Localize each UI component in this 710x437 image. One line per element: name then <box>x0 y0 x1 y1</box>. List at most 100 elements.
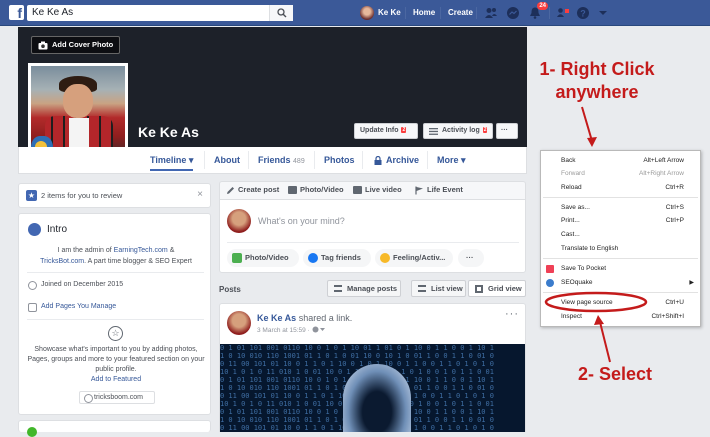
nav-divider <box>549 7 550 19</box>
nav-home-link[interactable]: Home <box>413 5 435 21</box>
tab-friends[interactable]: Friends 489 <box>258 147 305 173</box>
photo-video-button[interactable]: Photo/Video <box>227 249 299 267</box>
nav-divider <box>440 7 441 19</box>
post-avatar[interactable] <box>227 311 251 335</box>
smiley-icon <box>380 253 390 263</box>
bio-link-tricksbot[interactable]: TricksBot.com <box>40 258 84 265</box>
timeline-post: Ke Ke As shared a link. 3 March at 15:59… <box>219 303 526 432</box>
menu-item-print[interactable]: Print... Ctrl+P <box>541 215 700 227</box>
grid-view-button[interactable]: Grid view <box>468 280 526 297</box>
menu-item-reload[interactable]: Reload Ctrl+R <box>541 182 700 194</box>
profile-name[interactable]: Ke Ke As <box>138 124 199 140</box>
tab-about[interactable]: About <box>214 147 240 173</box>
tab-photos[interactable]: Photos <box>324 147 355 173</box>
tab-archive-label: Archive <box>386 155 420 165</box>
notifications-icon[interactable]: 24 <box>528 2 548 20</box>
live-video-tab[interactable]: Live video <box>353 185 402 194</box>
composer-tabs: Create post Photo/Video Live video Life … <box>219 181 526 199</box>
annotation-step-1-line1: 1- Right Click <box>539 59 655 79</box>
add-cover-photo-button[interactable]: Add Cover Photo <box>31 36 120 54</box>
tag-friends-label: Tag friends <box>321 253 361 262</box>
submenu-arrow-icon: ▶ <box>689 280 694 286</box>
featured-prompt: Showcase what's important to you by addi… <box>27 345 205 385</box>
menu-item-save-to-pocket[interactable]: Save To Pocket <box>541 263 700 275</box>
arrow-step-2 <box>599 321 611 363</box>
create-post-tab[interactable]: Create post <box>226 185 279 194</box>
menu-item-label: View page source <box>561 299 613 306</box>
tab-divider <box>248 151 249 169</box>
quick-help-icon[interactable] <box>556 6 570 20</box>
tag-friends-icon <box>308 253 318 263</box>
photo-video-tab-label: Photo/Video <box>300 185 344 194</box>
post-link-image[interactable]: 0 1 01 101 001 0110 10 0 1 0 1 10 01 1 0… <box>220 344 525 432</box>
tab-archive[interactable]: Archive <box>373 147 419 173</box>
tab-more[interactable]: More ▾ <box>437 147 466 173</box>
arrow-head-step-1 <box>587 137 597 147</box>
activity-log-button[interactable]: Activity log 2 <box>423 123 493 139</box>
menu-item-forward[interactable]: Forward Alt+Right Arrow <box>541 168 700 180</box>
life-event-label: Life Event <box>427 185 463 194</box>
menu-item-view-page-source[interactable]: View page source Ctrl+U <box>541 297 700 309</box>
create-post-label: Create post <box>238 185 280 194</box>
composer-more-button[interactable]: ··· <box>458 249 484 267</box>
friend-requests-icon[interactable] <box>484 6 498 20</box>
nav-divider <box>476 7 477 19</box>
cover-more-button[interactable]: ··· <box>496 123 518 139</box>
menu-item-back[interactable]: Back Alt+Left Arrow <box>541 155 700 167</box>
photo-video-tab[interactable]: Photo/Video <box>288 185 344 194</box>
post-timestamp[interactable]: 3 March at 15:59 · <box>257 326 326 334</box>
post-action-text: shared a link. <box>296 313 353 323</box>
photos-icon <box>27 427 37 437</box>
tab-divider <box>314 151 315 169</box>
tag-friends-button[interactable]: Tag friends <box>303 249 371 267</box>
nav-profile-link[interactable]: Ke Ke <box>360 5 401 21</box>
menu-item-inspect[interactable]: Inspect Ctrl+Shift+I <box>541 311 700 323</box>
search-button[interactable] <box>269 5 293 21</box>
pocket-icon <box>546 265 554 273</box>
composer-input[interactable]: What's on your mind? <box>258 216 345 226</box>
bio-link-earningtech[interactable]: EarningTech.com <box>114 247 168 254</box>
activity-log-label: Activity log <box>442 127 480 134</box>
list-view-button[interactable]: List view <box>411 280 466 297</box>
menu-item-seoquake[interactable]: SEOquake ▶ <box>541 277 700 289</box>
update-info-button[interactable]: Update Info 2 <box>354 123 418 139</box>
feeling-activity-button[interactable]: Feeling/Activ... <box>375 249 453 267</box>
menu-item-label: Forward <box>561 170 585 177</box>
add-pages-link[interactable]: Add Pages You Manage <box>41 303 116 310</box>
life-event-tab[interactable]: Life Event <box>415 185 463 195</box>
list-icon <box>429 128 438 135</box>
manage-posts-button[interactable]: Manage posts <box>327 280 401 297</box>
menu-item-translate[interactable]: Translate to English <box>541 243 700 255</box>
facebook-logo[interactable]: f <box>9 5 24 20</box>
menu-separator <box>543 292 698 293</box>
bio-text: . A part time blogger & SEO Expert <box>84 258 192 265</box>
review-notice-card[interactable]: ★ 2 items for you to review × <box>18 183 211 208</box>
post-options-button[interactable]: ··· <box>505 308 519 320</box>
add-to-featured-link[interactable]: Add to Featured <box>91 376 141 383</box>
camera-icon <box>38 41 48 50</box>
divider <box>227 242 519 243</box>
website-link[interactable]: tricksboom.com <box>79 391 155 404</box>
pencil-icon <box>227 187 234 194</box>
tab-divider <box>204 151 205 169</box>
divider <box>27 319 204 320</box>
messenger-icon[interactable] <box>506 6 520 20</box>
notification-badge: 24 <box>537 2 548 10</box>
menu-item-cast[interactable]: Cast... <box>541 229 700 241</box>
list-icon <box>418 285 426 292</box>
intro-bio: I am the admin of EarningTech.com & Tric… <box>27 245 205 267</box>
menu-item-shortcut: Alt+Right Arrow <box>639 170 684 177</box>
account-menu-chevron-icon[interactable] <box>598 6 612 20</box>
help-icon[interactable]: ? <box>576 6 590 20</box>
close-icon[interactable]: × <box>197 189 203 200</box>
live-video-label: Live video <box>365 185 402 194</box>
menu-item-save-as[interactable]: Save as... Ctrl+S <box>541 202 700 214</box>
menu-item-label: Inspect <box>561 313 582 320</box>
tab-timeline[interactable]: Timeline ▾ <box>150 147 194 171</box>
post-author-link[interactable]: Ke Ke As <box>257 313 296 323</box>
review-text: 2 items for you to review <box>41 191 123 200</box>
search-input[interactable]: Ke Ke As <box>27 5 293 21</box>
menu-item-label: Back <box>561 157 576 164</box>
nav-create-link[interactable]: Create <box>448 5 473 21</box>
tab-divider <box>362 151 363 169</box>
